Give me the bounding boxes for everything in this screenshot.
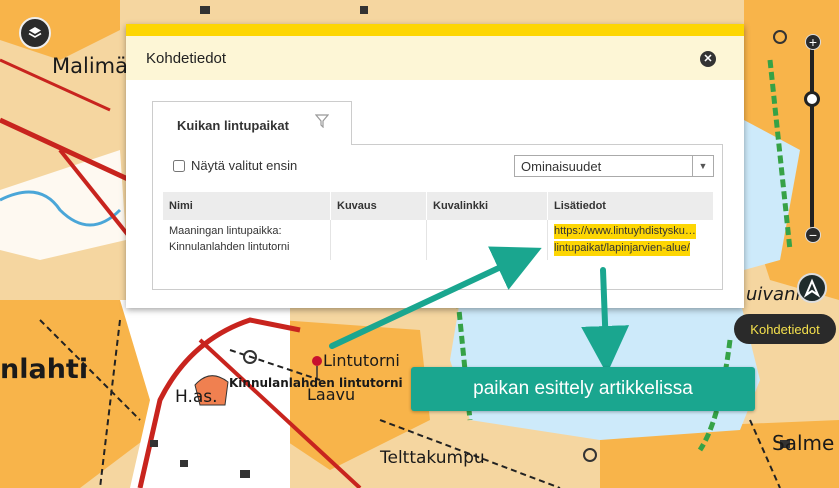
show-selected-first-checkbox[interactable]: Näytä valitut ensin [173,158,297,173]
properties-select[interactable]: Ominaisuudet ▼ [514,155,714,177]
map-label-has: H.as. [175,387,218,407]
features-table: Nimi Kuvaus Kuvalinkki Lisätiedot Maanin… [163,192,713,260]
select-value: Ominaisuudet [521,159,602,174]
layers-button[interactable] [19,17,51,49]
cell-kuvalinkki [426,220,548,260]
map-label-lahti: nlahti [0,354,89,385]
map-label-telttakumpu: Telttakumpu [380,448,485,468]
column-header-lisatiedot[interactable]: Lisätiedot [547,192,713,220]
lisatiedot-link-line2[interactable]: lintupaikat/lapinjarvien-alue/ [554,241,690,256]
filter-icon[interactable] [315,114,329,128]
map-label-malima: Malimä [52,54,128,78]
panel-accent-bar [126,24,744,36]
navigation-button[interactable] [797,273,827,303]
cell-lisatiedot: https://www.lintuyhdistysku… lintupaikat… [547,220,713,260]
annotation-callout: paikan esittely artikkelissa [411,367,755,411]
zoom-track[interactable] [810,48,814,228]
zoom-slider-handle[interactable] [804,91,820,107]
cell-nimi: Maaningan lintupaikka: Kinnulanlahden li… [163,220,331,260]
checkbox-label: Näytä valitut ensin [191,158,298,173]
zoom-out-button[interactable]: − [805,227,821,243]
layers-icon [28,27,42,38]
zoom-in-button[interactable]: + [805,34,821,50]
map-label-salme: Salme [772,431,835,455]
column-header-nimi[interactable]: Nimi [163,192,331,220]
feature-info-panel: Kohdetiedot ✕ Kuikan lintupaikat Näytä v… [126,24,744,308]
lisatiedot-link-line1[interactable]: https://www.lintuyhdistysku… [554,224,696,239]
chevron-down-icon[interactable]: ▼ [692,156,713,176]
checkbox-input[interactable] [173,159,185,172]
kohdetiedot-button[interactable]: Kohdetiedot [734,314,836,344]
table-header-row: Nimi Kuvaus Kuvalinkki Lisätiedot [163,192,713,220]
panel-title: Kohdetiedot [146,49,227,67]
table-row[interactable]: Maaningan lintupaikka: Kinnulanlahden li… [163,220,713,260]
map-label-laavu: Laavu [307,385,356,404]
panel-header[interactable]: Kohdetiedot ✕ [126,36,744,80]
column-header-kuvalinkki[interactable]: Kuvalinkki [426,192,548,220]
cell-nimi-line2: Kinnulanlahden lintutorni [169,241,290,253]
cell-nimi-line1: Maaningan lintupaikka: [169,225,282,237]
tab-content: Näytä valitut ensin Ominaisuudet ▼ Nimi … [152,144,723,290]
column-header-kuvaus[interactable]: Kuvaus [330,192,427,220]
tab-label: Kuikan lintupaikat [177,118,289,133]
tab-kuikan-lintupaikat[interactable]: Kuikan lintupaikat [152,101,352,145]
close-icon[interactable]: ✕ [700,51,716,67]
zoom-control[interactable]: + − [804,34,821,243]
navigation-icon [803,278,821,298]
cell-kuvaus [330,220,427,260]
map-label-lintutorni: Lintutorni [323,351,400,370]
